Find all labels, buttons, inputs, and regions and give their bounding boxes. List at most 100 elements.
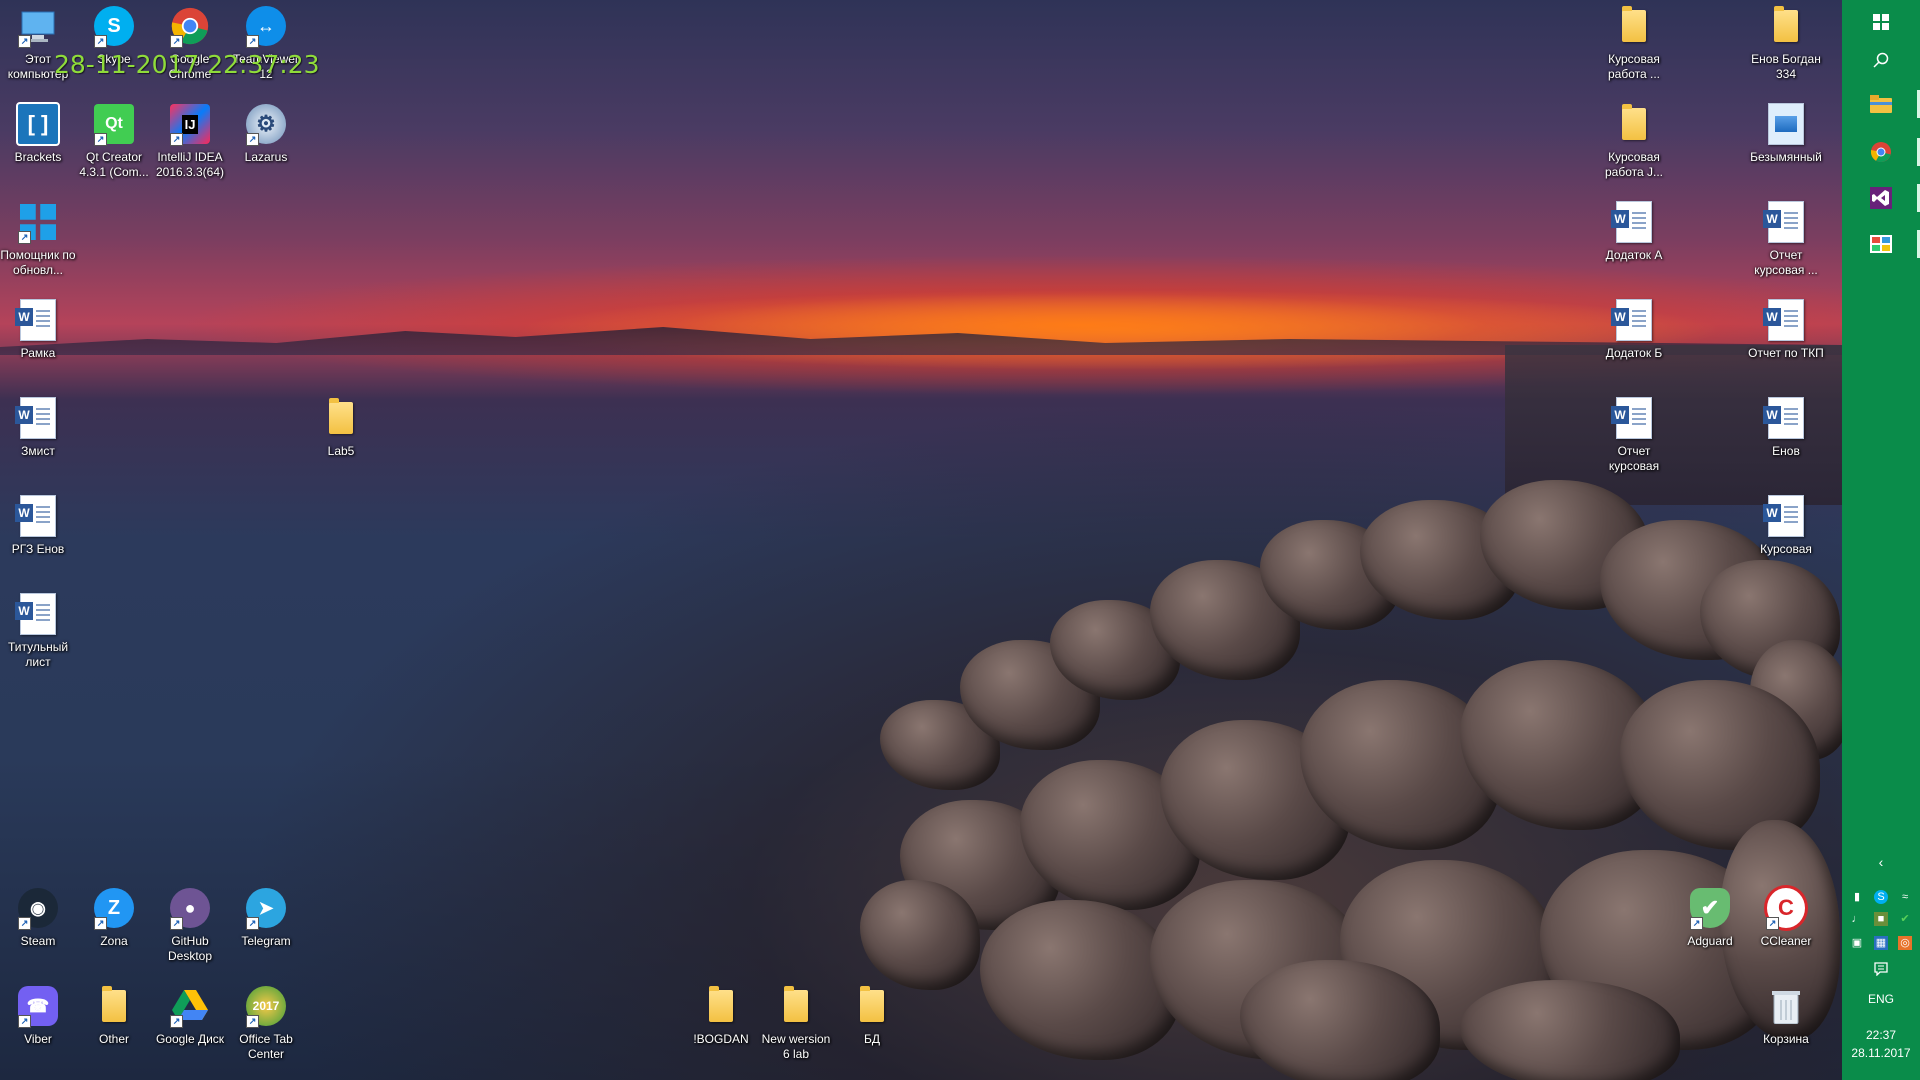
desktop-icon-ccleaner[interactable]: C ↗ CCleaner: [1748, 885, 1824, 949]
desktop-icon-enov[interactable]: W Енов: [1748, 396, 1824, 459]
desktop-icon-label: Енов: [1772, 444, 1800, 458]
desktop-icon-telegram[interactable]: ➤ ↗ Telegram: [228, 886, 304, 949]
desktop-icon-adguard[interactable]: ✔ ↗ Adguard: [1672, 886, 1748, 949]
shortcut-arrow-icon: ↗: [18, 917, 31, 930]
desktop-icon-zona[interactable]: Z ↗ Zona: [76, 886, 152, 949]
desktop-icon-label: Telegram: [241, 934, 291, 948]
network-tray-icon[interactable]: ▦: [1874, 936, 1888, 950]
desktop-icon-rgz-enov[interactable]: W РГЗ Енов: [0, 494, 76, 557]
windows-logo-icon: [1873, 14, 1889, 30]
folder-icon: [1612, 102, 1656, 146]
desktop-icon-report-tkp[interactable]: W Отчет по ТКП: [1748, 298, 1824, 361]
desktop-icon-steam[interactable]: ◉ ↗ Steam: [0, 886, 76, 949]
desktop-icon-qt-creator[interactable]: Qt ↗ Qt Creator 4.3.1 (Com...: [76, 102, 152, 180]
desktop-icon-label: Додаток Б: [1605, 346, 1663, 360]
desktop-icon-office-tab-center[interactable]: 2017 ↗ Office Tab Center: [228, 984, 304, 1062]
desktop-icon-other[interactable]: Other: [76, 984, 152, 1047]
desktop-icon-dodatok-a[interactable]: W Додаток А: [1596, 200, 1672, 263]
desktop-icon-label: Рамка: [20, 346, 56, 360]
desktop-icon-label: !BOGDAN: [693, 1032, 749, 1046]
visual-studio-icon: [1870, 187, 1892, 209]
desktop-icon-bogdan[interactable]: !BOGDAN: [683, 984, 759, 1047]
shortcut-arrow-icon: ↗: [170, 917, 183, 930]
desktop-icon-label: Viber: [24, 1032, 52, 1046]
desktop-icon-new-version-6-lab[interactable]: New wersion 6 lab: [758, 984, 834, 1062]
desktop-icon-recycle-bin[interactable]: Корзина: [1748, 984, 1824, 1047]
desktop-icon-label: Змист: [21, 444, 55, 458]
search-icon: [1873, 52, 1889, 68]
desktop-icon-zmist[interactable]: W Змист: [0, 396, 76, 459]
desktop-icon-label: Курсовая работа J...: [1604, 150, 1663, 179]
desktop-icon-google-disk[interactable]: ↗ Google Диск: [152, 984, 228, 1047]
desktop-icon-enov-bogdan[interactable]: Енов Богдан 334: [1748, 4, 1824, 82]
viber-icon: ☎ ↗: [16, 984, 60, 1028]
desktop-icon-label: Курсовая работа ...: [1607, 52, 1660, 81]
desktop-icon-title-page[interactable]: W Титульный лист: [0, 592, 76, 670]
language-indicator[interactable]: ENG: [1842, 992, 1920, 1006]
desktop-icon-label: Steam: [20, 934, 56, 948]
adguard-tray-icon[interactable]: ✔: [1898, 912, 1912, 926]
skype-tray-icon[interactable]: S: [1874, 890, 1888, 904]
desktop-icon-label: Brackets: [14, 150, 62, 164]
search-button[interactable]: [1842, 38, 1920, 82]
desktop-icon-ramka[interactable]: W Рамка: [0, 298, 76, 361]
folder-icon: [850, 984, 894, 1028]
desktop-icon-kursovaya-1[interactable]: Курсовая работа ...: [1596, 4, 1672, 82]
word-icon: W: [1611, 396, 1656, 440]
shortcut-arrow-icon: ↗: [246, 1015, 259, 1028]
app-taskbar-button[interactable]: [1842, 222, 1920, 266]
action-center-button[interactable]: [1842, 956, 1920, 982]
monitor-icon[interactable]: ▣: [1850, 936, 1864, 950]
shortcut-arrow-icon: ↗: [94, 917, 107, 930]
desktop-icon-lab5[interactable]: Lab5: [303, 396, 379, 459]
pc-icon: ↗: [16, 4, 60, 48]
app-tray-icon[interactable]: ■: [1874, 912, 1888, 926]
shortcut-arrow-icon: ↗: [170, 1015, 183, 1028]
adguard-icon: ✔ ↗: [1688, 886, 1732, 930]
visual-studio-taskbar-button[interactable]: [1842, 176, 1920, 220]
shortcut-arrow-icon: ↗: [18, 231, 31, 244]
desktop-icon-brackets[interactable]: [ ] Brackets: [0, 102, 76, 165]
word-icon: W: [1763, 396, 1808, 440]
desktop-icon-label: Adguard: [1687, 934, 1733, 948]
desktop-icon-label: Безымянный: [1750, 150, 1822, 164]
steam-icon: ◉ ↗: [16, 886, 60, 930]
github-icon: ● ↗: [168, 886, 212, 930]
desktop-icon-kursovaya-2[interactable]: Курсовая работа J...: [1596, 102, 1672, 180]
desktop-icon-report-kursovaya-2[interactable]: W Отчет курсовая: [1596, 396, 1672, 474]
show-hidden-icons-button[interactable]: ‹: [1842, 850, 1920, 874]
desktop-icon-label: CCleaner: [1760, 934, 1812, 948]
folder-icon: [1612, 4, 1656, 48]
shortcut-arrow-icon: ↗: [1766, 917, 1779, 930]
desktop-icon-untitled[interactable]: Безымянный: [1748, 102, 1824, 165]
shortcut-arrow-icon: ↗: [246, 133, 259, 146]
desktop-icon-lazarus[interactable]: ⚙ ↗ Lazarus: [228, 102, 304, 165]
wifi-icon[interactable]: ≈: [1898, 890, 1912, 904]
desktop-icon-bd[interactable]: БД: [834, 984, 910, 1047]
desktop-icon-label: Google Диск: [155, 1032, 225, 1046]
desktop-icon-label: Lazarus: [244, 150, 288, 164]
image-icon: [1764, 102, 1808, 146]
desktop-icon-label: GitHub Desktop: [167, 934, 213, 963]
desktop-icon-intellij-idea[interactable]: IJ ↗ IntelliJ IDEA 2016.3.3(64): [152, 102, 228, 180]
brackets-icon: [ ]: [16, 102, 60, 146]
zona-icon: Z ↗: [92, 886, 136, 930]
word-icon: W: [1763, 494, 1808, 538]
desktop-icon-dodatok-b[interactable]: W Додаток Б: [1596, 298, 1672, 361]
chrome-taskbar-button[interactable]: [1842, 130, 1920, 174]
desktop-icon-report-kursovaya-1[interactable]: W Отчет курсовая ...: [1748, 200, 1824, 278]
clock-date[interactable]: 28.11.2017: [1842, 1046, 1920, 1060]
desktop-icon-update-assistant[interactable]: ↗ Помощник по обновл...: [0, 200, 76, 278]
desktop-icon-github-desktop[interactable]: ● ↗ GitHub Desktop: [152, 886, 228, 964]
desktop-icon-label: РГЗ Енов: [11, 542, 65, 556]
desktop-icon-viber[interactable]: ☎ ↗ Viber: [0, 984, 76, 1047]
desktop-icon-label: Енов Богдан 334: [1751, 52, 1821, 81]
desktop-icon-kursovaya-doc[interactable]: W Курсовая: [1748, 494, 1824, 557]
shortcut-arrow-icon: ↗: [94, 133, 107, 146]
file-explorer-button[interactable]: [1842, 82, 1920, 126]
battery-icon[interactable]: ▮: [1850, 890, 1864, 904]
desktop-icon-label: IntelliJ IDEA 2016.3.3(64): [155, 150, 225, 179]
clock-time[interactable]: 22:37: [1842, 1028, 1920, 1042]
office-tray-icon[interactable]: ◎: [1898, 936, 1912, 950]
volume-muted-icon[interactable]: ♩: [1850, 912, 1864, 926]
